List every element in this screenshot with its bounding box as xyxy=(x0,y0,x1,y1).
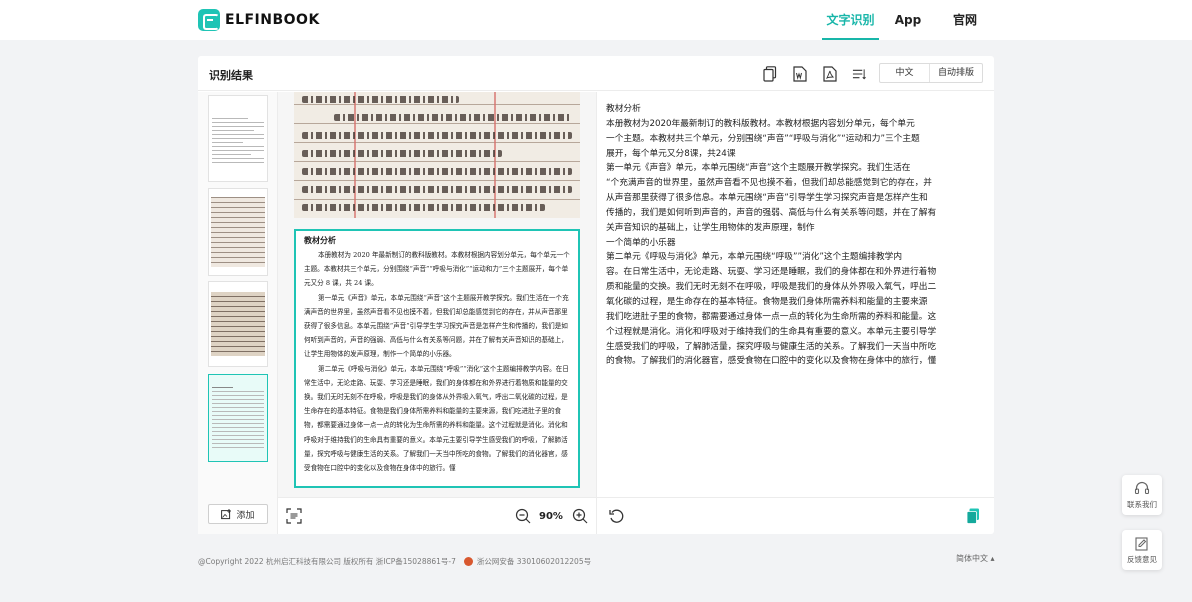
footer: @Copyright 2022 杭州启汇科技有限公司 版权所有 浙ICP备150… xyxy=(198,556,591,567)
result-line: 生感受我们的呼吸，了解肺活量，探究呼吸与健康生活的关系。了解我们一天当中所吃 xyxy=(606,341,937,352)
scan-region-icon[interactable] xyxy=(286,508,302,524)
brand-logo[interactable]: ELFINBOOK xyxy=(198,9,320,31)
result-line: 本册教材为2020年最新制订的教科版教材。本教材根据内容划分单元，每个单元 xyxy=(606,118,915,129)
page-thumbnail-active[interactable] xyxy=(208,374,268,462)
result-line: 个过程就是消化。消化和呼吸对于维持我们的生命具有重要的意义。本单元主要引导学 xyxy=(606,326,937,337)
preview-toolbar: 90% xyxy=(278,497,596,534)
contact-us-label: 联系我们 xyxy=(1127,500,1157,509)
nav-app[interactable]: App xyxy=(893,0,923,40)
result-line: 展开，每个单元又分8课，共24课 xyxy=(606,148,736,159)
card-title: 识别结果 xyxy=(209,69,253,82)
result-line: 教材分析 xyxy=(606,104,641,114)
feedback-button[interactable]: 反馈意见 xyxy=(1122,530,1162,570)
result-line: 的食物。了解我们的消化器官，感受食物在口腔中的变化以及食物在身体中的旅行，懂 xyxy=(606,356,937,367)
result-card: 识别结果 中文 自动排版 添加 教材分析 本册教材为 2020 年最新制订的教科… xyxy=(198,56,994,534)
copyright-text[interactable]: @Copyright 2022 杭州启汇科技有限公司 版权所有 浙ICP备150… xyxy=(198,556,456,567)
doc-paragraph: 第二单元《呼吸与消化》单元，本单元围绕“呼吸”“消化”这个主题编排教学内容。在日… xyxy=(304,364,569,473)
result-line: 一个简单的小乐器 xyxy=(606,237,676,248)
result-line: “个充满声音的世界里，虽然声音看不见也摸不着，但我们却总能感觉到它的存在，并 xyxy=(606,178,932,189)
undo-icon[interactable] xyxy=(608,508,624,524)
result-line: 我们吃进肚子里的食物，都需要通过身体一点一点的转化为生命所需的养料和能量。这 xyxy=(606,311,937,322)
page-thumbnail[interactable] xyxy=(208,281,268,367)
feedback-label: 反馈意见 xyxy=(1127,555,1157,564)
language-select[interactable]: 中文 xyxy=(880,64,930,82)
result-line: 质和能量的交换。我们无时无刻不在呼吸，呼吸是我们的身体从外界吸入氧气，呼出二 xyxy=(606,282,937,293)
zoom-in-icon[interactable] xyxy=(572,508,588,524)
doc-paragraph: 第一单元《声音》单元，本单元围绕“声音”这个主题展开教学探究。我们生活在一个充满… xyxy=(304,293,569,359)
result-line: 从声音那里获得了很多信息。本单元围绕“声音”引导学生学习探究声音是怎样产生和 xyxy=(606,193,928,204)
headset-icon xyxy=(1134,481,1150,495)
top-navbar: ELFINBOOK 文字识别 App 官网 xyxy=(0,0,1192,40)
zoom-out-icon[interactable] xyxy=(515,508,531,524)
elfinbook-logo-icon xyxy=(198,9,220,31)
result-line: 传播的，我们是如何听到声音的，声音的强弱、高低与什么有关系等问题，并在了解有 xyxy=(606,207,937,218)
result-line: 第二单元《呼吸与消化》单元，本单元围绕“呼吸””消化”这个主题编排教学内 xyxy=(606,252,903,263)
image-preview[interactable]: 教材分析 本册教材为 2020 年最新制订的教科版教材。本教材根据内容划分单元，… xyxy=(278,92,596,497)
thumbnail-list: 添加 xyxy=(198,92,278,534)
word-export-icon[interactable] xyxy=(793,66,807,82)
page-thumbnail[interactable] xyxy=(208,95,268,182)
pdf-export-icon[interactable] xyxy=(823,66,837,82)
contact-us-button[interactable]: 联系我们 xyxy=(1122,475,1162,515)
doc-paragraph: 本册教材为 2020 年最新制订的教科版教材。本教材根据内容划分单元，每个单元一… xyxy=(304,251,570,288)
text-format-icon[interactable] xyxy=(852,66,867,82)
result-line: 第一单元《声音》单元，本单元围绕“声音”这个主题展开教学探究。我们生活在 xyxy=(606,163,911,174)
brand-name: ELFINBOOK xyxy=(225,12,320,28)
language-layout-toggle: 中文 自动排版 xyxy=(879,63,983,83)
result-toolbar xyxy=(597,497,994,534)
result-line: 氧化碳的过程，是生命存在的基本特征。食物是我们身体所需养料和能量的主要来源 xyxy=(606,296,928,307)
result-line: 关声音知识的基础上，让学生用物体的发声原理，制作 xyxy=(606,222,815,233)
police-badge-icon xyxy=(463,557,473,566)
police-record-text[interactable]: 浙公网安备 33010602012205号 xyxy=(477,556,591,567)
feedback-edit-icon xyxy=(1135,537,1148,551)
add-image-button[interactable]: 添加 xyxy=(208,504,268,524)
result-line: 一个主题。本教材共三个单元，分别围绕“声音”“呼吸与消化”“运动和力”三个主题 xyxy=(606,133,920,144)
copy-result-icon[interactable] xyxy=(966,508,982,524)
add-image-icon xyxy=(221,508,232,519)
card-header: 识别结果 中文 自动排版 xyxy=(198,56,994,91)
copy-icon[interactable] xyxy=(763,66,777,82)
zoom-level: 90% xyxy=(539,511,563,522)
ocr-result-text[interactable]: 教材分析 本册教材为2020年最新制订的教科版教材。本教材根据内容划分单元，每个… xyxy=(597,92,994,497)
add-image-label: 添加 xyxy=(236,510,255,521)
page-thumbnail[interactable] xyxy=(208,188,268,276)
result-line: 容。在日常生活中，无论走路、玩耍、学习还是睡眠，我们的身体都在和外界进行着物 xyxy=(606,267,937,278)
handwritten-photo xyxy=(294,92,580,218)
printed-page-selection: 教材分析 本册教材为 2020 年最新制订的教科版教材。本教材根据内容划分单元，… xyxy=(294,229,580,488)
nav-ocr[interactable]: 文字识别 xyxy=(822,0,879,40)
auto-layout-button[interactable]: 自动排版 xyxy=(930,64,982,82)
footer-language-select[interactable]: 简体中文 ▴ xyxy=(956,553,995,564)
nav-official-site[interactable]: 官网 xyxy=(950,0,980,40)
doc-heading: 教材分析 xyxy=(304,236,336,245)
